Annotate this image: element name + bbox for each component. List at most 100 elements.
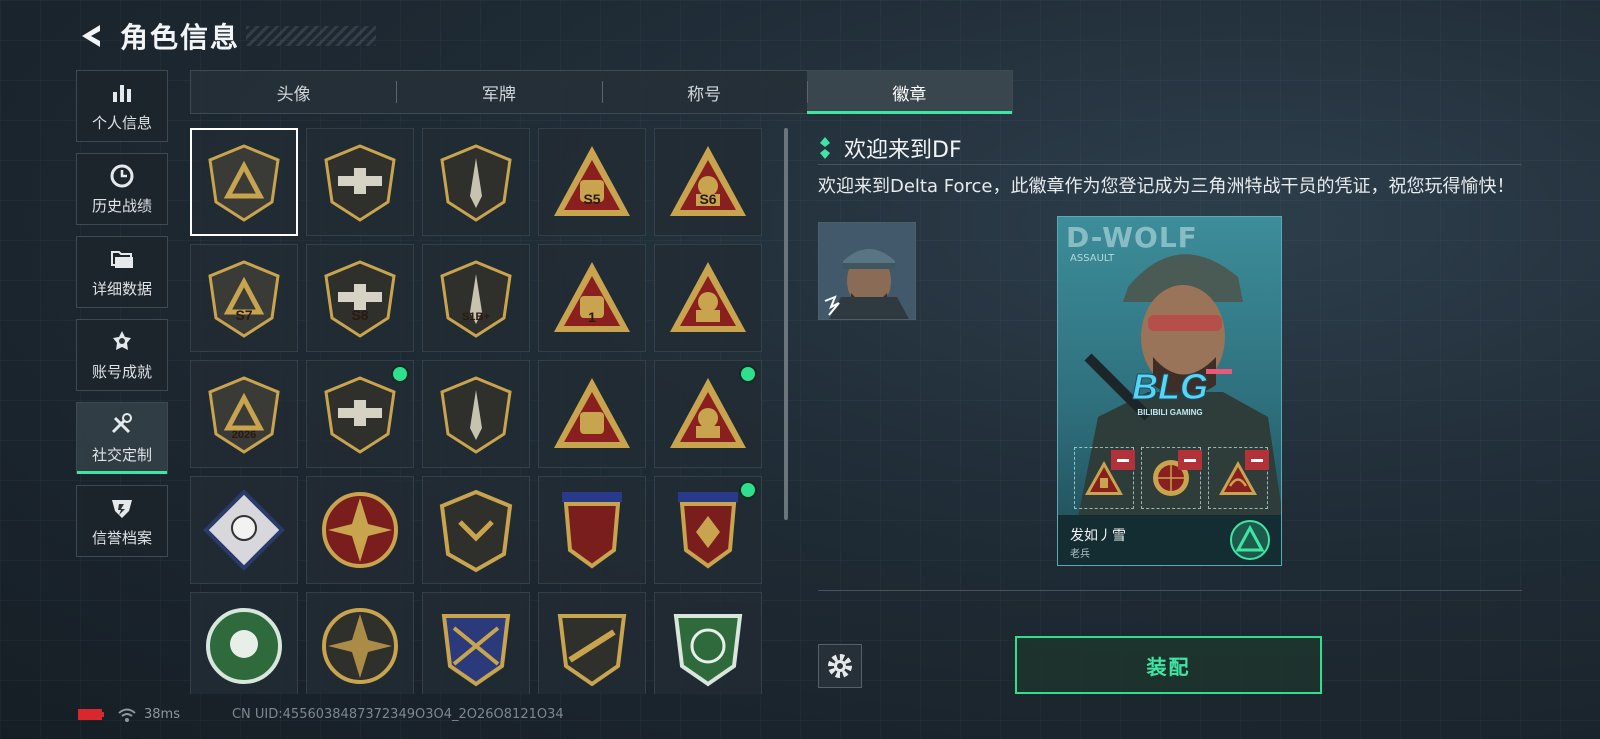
badge-grid: S5 S6 S7 S8 S1B+ 1 2026: [190, 128, 772, 694]
green-skull-badge-icon: [206, 608, 282, 684]
new-indicator-dot: [741, 483, 755, 497]
sidebar-item-label: 详细数据: [91, 279, 152, 298]
usb-drive-badge-icon: [324, 376, 396, 454]
badge-item[interactable]: S1B+: [422, 244, 530, 352]
sidebar-item-label: 历史战绩: [91, 196, 152, 215]
tab-avatar[interactable]: 头像: [191, 71, 396, 113]
diamond-arrows-icon: [820, 137, 830, 159]
settings-button[interactable]: [818, 644, 862, 688]
badge-item[interactable]: [654, 244, 762, 352]
medal-icon: [113, 330, 131, 350]
equipped-slot-3[interactable]: [1208, 447, 1269, 509]
badge-item[interactable]: [306, 360, 414, 468]
delta-force-2026-globe-badge-icon: 2026: [208, 376, 280, 454]
card-footer: 发如丿雪 老兵: [1058, 515, 1281, 565]
sidebar-item-history[interactable]: 历史战绩: [76, 153, 168, 225]
folders-icon: [111, 250, 133, 268]
s7-case-badge-icon: S7: [208, 260, 280, 338]
delta-force-logo-badge-icon: [208, 144, 280, 222]
koi-fish-badge-icon: [670, 378, 746, 448]
badge-item[interactable]: [306, 592, 414, 694]
badge-detail-title: 欢迎来到DF: [818, 132, 962, 164]
s6-triangle-badge-icon: S6: [670, 146, 746, 216]
chevron-shield-badge-icon: [439, 489, 513, 573]
sidebar-item-label: 社交定制: [91, 445, 152, 464]
sidebar: 个人信息 历史战绩 详细数据 账号成就 社交定制 信誉档案: [76, 70, 170, 568]
crosshair-green-badge-icon: [673, 614, 743, 687]
equipped-badge-slots: [1074, 447, 1269, 509]
rose-diamond-badge-icon: [203, 489, 285, 571]
operator-portrait-image: [819, 223, 915, 319]
equip-button[interactable]: 装配: [1015, 636, 1322, 694]
tank-badge-icon: [322, 608, 398, 684]
badge-caption: 2026: [232, 429, 256, 441]
sidebar-item-social-custom[interactable]: 社交定制: [76, 402, 168, 474]
diamond-crest-badge-icon: [678, 492, 738, 569]
badge-caption: S1B+: [462, 311, 490, 323]
badge-item[interactable]: S6: [654, 128, 762, 236]
status-bar: 38ms CN UID:4556038487372349O3O4_2O26O81…: [78, 707, 564, 722]
badge-item[interactable]: S7: [190, 244, 298, 352]
badge-item[interactable]: [190, 592, 298, 694]
number-one-badge-icon: 1: [554, 262, 630, 332]
remove-badge-button[interactable]: [1245, 450, 1269, 470]
hands-diamond-badge-icon: [440, 376, 512, 454]
s8-case-badge-icon: S8: [324, 260, 396, 338]
s1b-atom-badge-icon: S1B+: [440, 260, 512, 338]
badge-item[interactable]: [306, 476, 414, 584]
badge-item[interactable]: [190, 128, 298, 236]
badge-item[interactable]: [306, 128, 414, 236]
remove-badge-button[interactable]: [1111, 450, 1135, 470]
badge-item[interactable]: [422, 592, 530, 694]
operator-portrait-thumbnail[interactable]: [818, 222, 916, 320]
category-tabs: 头像 军牌 称号 徽章: [190, 70, 1013, 114]
sidebar-item-label: 信誉档案: [91, 528, 152, 547]
tab-title[interactable]: 称号: [601, 71, 807, 113]
badge-item[interactable]: [654, 476, 762, 584]
badge-item[interactable]: S5: [538, 128, 646, 236]
crossed-rifles-badge-icon: [441, 614, 511, 687]
helicopter-badge-icon: [324, 144, 396, 222]
back-arrow-icon[interactable]: [78, 22, 106, 50]
rifle-shield-badge-icon: [557, 614, 627, 687]
delta-force-emblem-icon: [1230, 520, 1270, 560]
badge-item[interactable]: [422, 128, 530, 236]
badge-item[interactable]: [190, 476, 298, 584]
tab-dogtag[interactable]: 军牌: [396, 71, 601, 113]
badge-item[interactable]: [538, 476, 646, 584]
badge-item[interactable]: [538, 360, 646, 468]
badge-item[interactable]: [654, 592, 762, 694]
badge-item[interactable]: 2026: [190, 360, 298, 468]
badge-name: 欢迎来到DF: [844, 138, 962, 163]
team-logo: BLG BILIBILI GAMING: [1132, 366, 1232, 417]
sidebar-item-label: 个人信息: [91, 113, 152, 132]
2026-delta-force-badge-icon: [670, 262, 746, 332]
sidebar-item-achievements[interactable]: 账号成就: [76, 319, 168, 391]
ping-text: 38ms: [144, 707, 180, 722]
badge-grid-scrollbar[interactable]: [784, 128, 788, 520]
remove-badge-button[interactable]: [1178, 450, 1202, 470]
badge-item[interactable]: [654, 360, 762, 468]
detail-divider: [818, 164, 1522, 165]
sidebar-item-personal-info[interactable]: 个人信息: [76, 70, 168, 142]
badge-description-text: 欢迎来到Delta Force，此徽章作为您登记成为三角洲特战干员的凭证，祝您玩…: [818, 176, 1515, 197]
header: 角色信息: [78, 16, 377, 56]
title-decoration: [246, 26, 377, 46]
tab-badge[interactable]: 徽章: [806, 71, 1013, 114]
soldiers-badge-icon: [554, 378, 630, 448]
badge-item[interactable]: [538, 592, 646, 694]
new-indicator-dot: [741, 367, 755, 381]
badge-item[interactable]: S8: [306, 244, 414, 352]
team-name-text: BILIBILI GAMING: [1137, 408, 1202, 417]
sidebar-item-credit-file[interactable]: 信誉档案: [76, 485, 168, 557]
badge-item[interactable]: 1: [538, 244, 646, 352]
equipped-slot-1[interactable]: [1074, 447, 1135, 509]
equipped-slot-2[interactable]: [1141, 447, 1202, 509]
badge-caption: S6: [699, 191, 716, 207]
sidebar-item-detailed-data[interactable]: 详细数据: [76, 236, 168, 308]
battery-icon: [78, 709, 104, 720]
badge-item[interactable]: [422, 360, 530, 468]
badge-item[interactable]: [422, 476, 530, 584]
player-rank: 老兵: [1070, 549, 1090, 560]
uid-text: CN UID:4556038487372349O3O4_2O26O8121O34: [231, 707, 564, 722]
